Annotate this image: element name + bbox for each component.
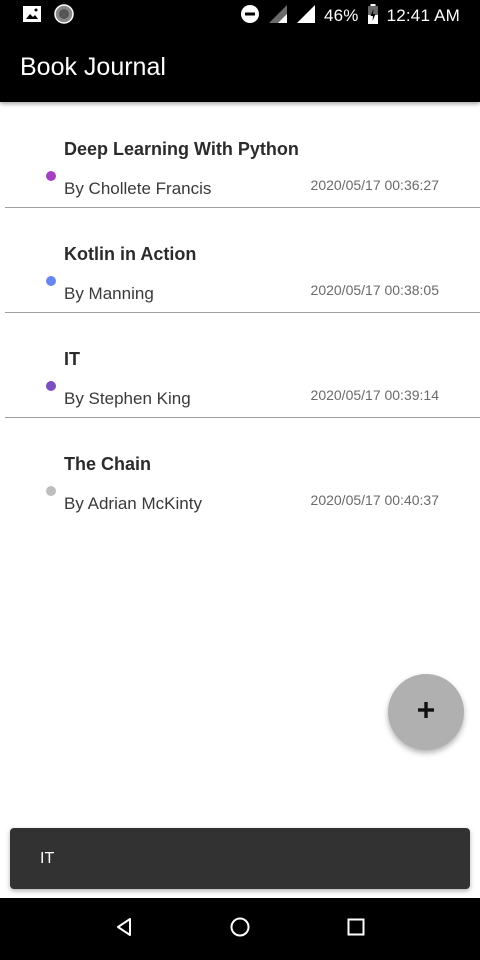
book-title: The Chain [64, 454, 152, 474]
book-author: By Chollete Francis [64, 179, 212, 198]
color-dot [46, 171, 56, 181]
app-bar: Book Journal [0, 32, 480, 102]
book-title: IT [64, 349, 80, 369]
signal-icon [296, 4, 316, 29]
book-author: By Manning [64, 284, 154, 303]
book-date: 2020/05/17 00:38:05 [310, 282, 439, 298]
list-item[interactable]: IT By Stephen King 2020/05/17 00:39:14 [5, 313, 480, 418]
book-title: Deep Learning With Python [64, 139, 299, 159]
home-icon [229, 916, 251, 943]
recents-button[interactable] [326, 909, 386, 949]
battery-percent: 46% [323, 6, 359, 25]
list-item[interactable]: The Chain By Adrian McKinty 2020/05/17 0… [5, 418, 480, 523]
status-right: 46% 12:41 AM [232, 3, 460, 29]
back-icon [114, 917, 134, 942]
signal-icon [268, 4, 288, 29]
list-item[interactable]: Deep Learning With Python By Chollete Fr… [5, 103, 480, 208]
color-dot [46, 381, 56, 391]
battery-icon [367, 3, 379, 29]
add-book-button[interactable] [388, 674, 464, 750]
app-title: Book Journal [20, 52, 166, 81]
color-dot [46, 486, 56, 496]
circle-notification-icon [54, 3, 74, 29]
image-icon [22, 5, 42, 28]
recents-icon [346, 917, 366, 942]
do-not-disturb-icon [240, 4, 260, 29]
plus-icon [416, 700, 436, 725]
book-list: Deep Learning With Python By Chollete Fr… [0, 103, 480, 523]
snackbar-message: IT [40, 849, 55, 867]
home-button[interactable] [210, 909, 270, 949]
navigation-bar [0, 898, 480, 960]
snackbar: IT [10, 828, 470, 889]
book-author: By Stephen King [64, 389, 191, 408]
book-date: 2020/05/17 00:40:37 [310, 492, 439, 508]
book-date: 2020/05/17 00:36:27 [310, 177, 439, 193]
list-item[interactable]: Kotlin in Action By Manning 2020/05/17 0… [5, 208, 480, 313]
status-time: 12:41 AM [386, 6, 460, 25]
back-button[interactable] [94, 909, 154, 949]
book-title: Kotlin in Action [64, 244, 197, 264]
color-dot [46, 276, 56, 286]
book-date: 2020/05/17 00:39:14 [310, 387, 439, 403]
book-author: By Adrian McKinty [64, 494, 202, 513]
status-left [22, 3, 86, 29]
status-bar: 46% 12:41 AM [0, 0, 480, 32]
